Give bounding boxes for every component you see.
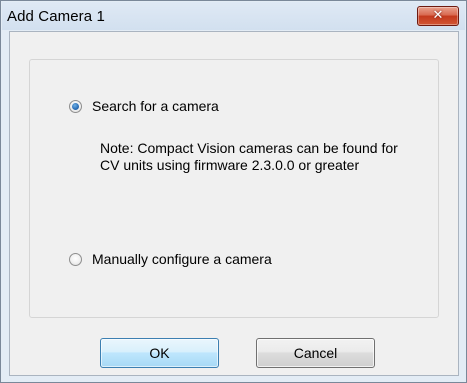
- manual-configure-label[interactable]: Manually configure a camera: [92, 251, 272, 267]
- dialog-body: Search for a camera Note: Compact Vision…: [9, 31, 459, 376]
- compact-vision-note: Note: Compact Vision cameras can be foun…: [100, 140, 398, 173]
- title-bar: Add Camera 1 ✕: [2, 2, 465, 30]
- search-camera-radio[interactable]: [69, 99, 82, 113]
- close-icon: ✕: [432, 8, 444, 23]
- window-title: Add Camera 1: [7, 8, 105, 25]
- cancel-button[interactable]: Cancel: [256, 338, 375, 368]
- search-camera-option[interactable]: Search for a camera: [69, 98, 219, 114]
- manual-configure-option[interactable]: Manually configure a camera: [69, 251, 272, 267]
- add-camera-dialog: Add Camera 1 ✕ Search for a camera Note:…: [0, 0, 467, 383]
- manual-configure-radio[interactable]: [69, 252, 82, 266]
- close-button[interactable]: ✕: [417, 6, 459, 26]
- search-camera-label[interactable]: Search for a camera: [92, 98, 219, 114]
- ok-button[interactable]: OK: [100, 338, 219, 368]
